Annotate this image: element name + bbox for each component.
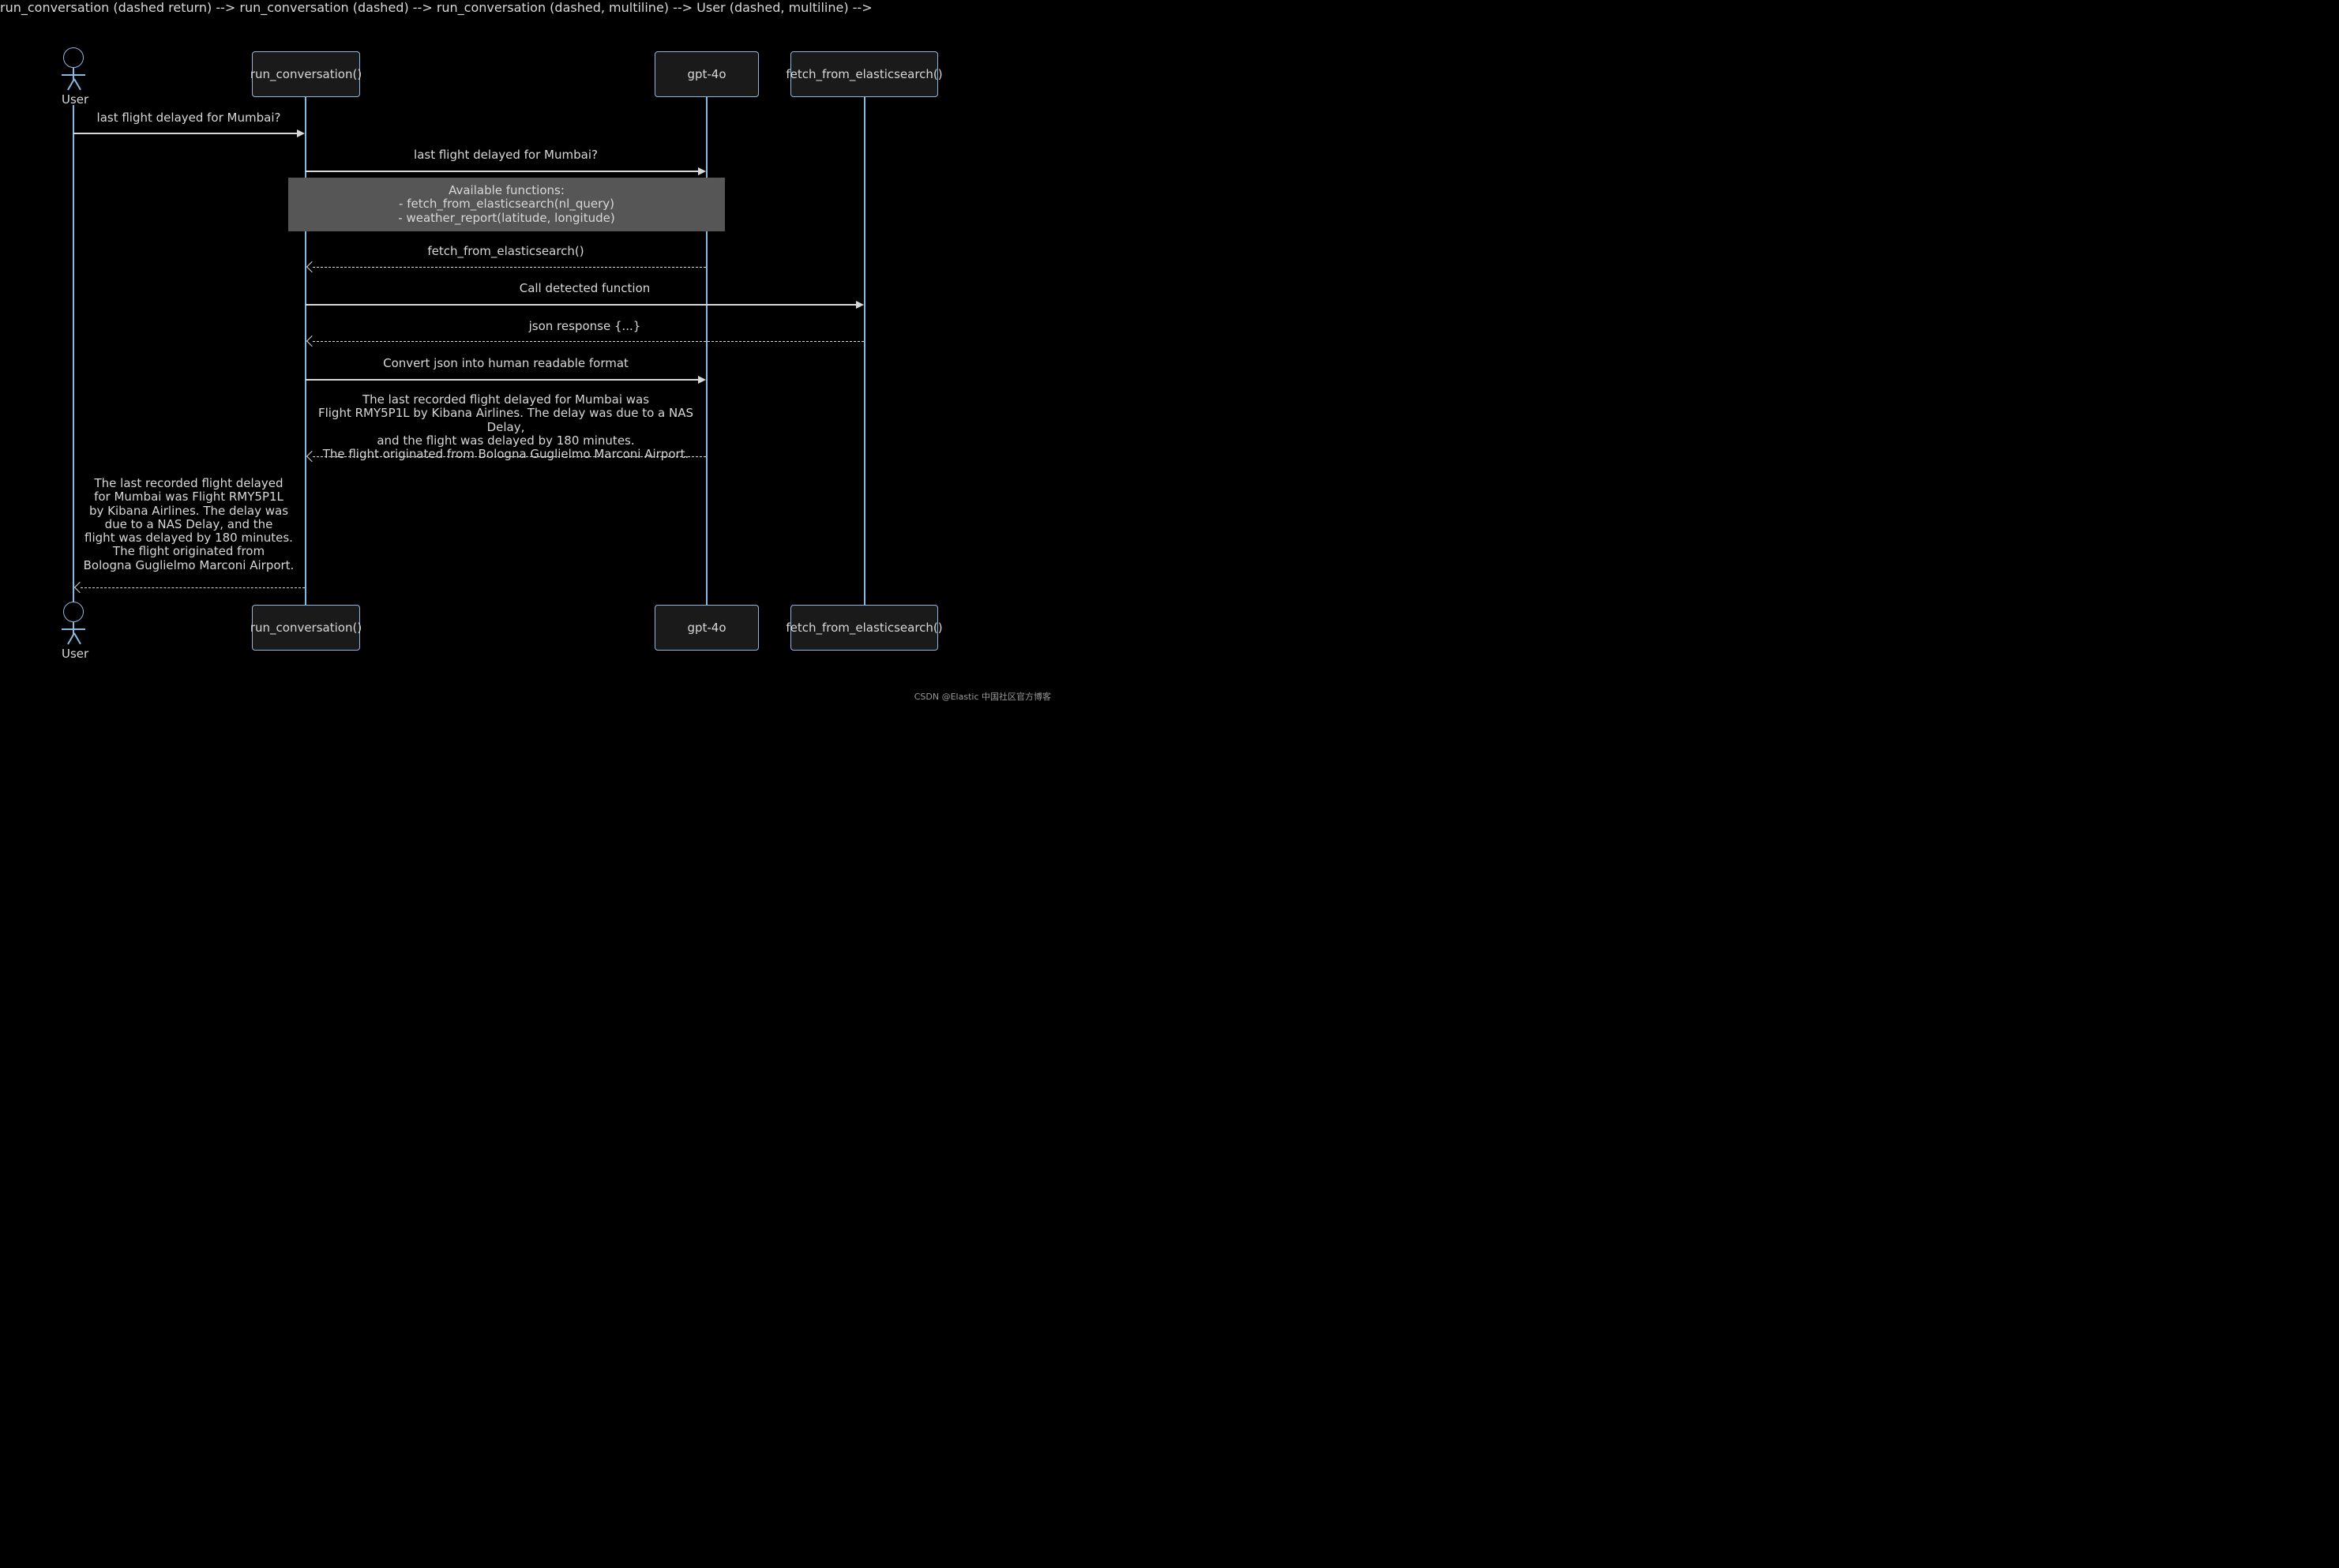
participant-label: fetch_from_elasticsearch(): [786, 67, 942, 81]
lifeline-run-conversation: [305, 97, 306, 605]
message-line: by Kibana Airlines. The delay was: [73, 505, 305, 518]
arrow-head-icon: [74, 582, 85, 593]
message-1-label: last flight delayed for Mumbai?: [73, 111, 305, 125]
actor-user-bottom: [62, 602, 85, 646]
message-1-arrow: [73, 133, 299, 134]
sequence-diagram: User User run_conversation() gpt-4o fetc…: [0, 0, 1056, 707]
message-7-label: The last recorded flight delayed for Mum…: [306, 393, 706, 461]
arrow-head-icon: [698, 376, 706, 384]
message-2-arrow: [306, 171, 700, 172]
note-available-functions: Available functions: - fetch_from_elasti…: [288, 178, 725, 231]
message-line: The flight originated from Bologna Gugli…: [306, 448, 706, 461]
note-line: - weather_report(latitude, longitude): [298, 212, 715, 225]
message-line: Bologna Guglielmo Marconi Airport.: [73, 559, 305, 572]
lifeline-fetch-es: [864, 97, 865, 605]
lifeline-gpt4o: [706, 97, 708, 605]
participant-label: gpt-4o: [687, 621, 726, 635]
message-line: due to a NAS Delay, and the: [73, 518, 305, 531]
message-8-arrow: [81, 587, 305, 588]
actor-user-label-top: User: [62, 92, 85, 107]
message-line: for Mumbai was Flight RMY5P1L: [73, 490, 305, 504]
note-line: Available functions:: [298, 184, 715, 197]
message-8-label: The last recorded flight delayed for Mum…: [73, 477, 305, 572]
arrow-head-icon: [698, 167, 706, 175]
participant-run-conversation-top: run_conversation(): [252, 51, 360, 97]
message-4-arrow: [306, 304, 858, 306]
message-line: Flight RMY5P1L by Kibana Airlines. The d…: [306, 407, 706, 434]
message-3-label: fetch_from_elasticsearch(): [306, 244, 706, 258]
note-line: - fetch_from_elasticsearch(nl_query): [298, 197, 715, 211]
watermark: CSDN @Elastic 中国社区官方博客: [914, 690, 1051, 703]
participant-fetch-es-bottom: fetch_from_elasticsearch(): [790, 605, 938, 651]
message-7-arrow: [313, 456, 706, 457]
message-6-label: Convert json into human readable format: [306, 356, 706, 370]
message-2-label: last flight delayed for Mumbai?: [306, 148, 706, 162]
actor-user-label-bottom: User: [62, 647, 85, 661]
arrow-head-icon: [306, 261, 317, 272]
participant-gpt4o-bottom: gpt-4o: [655, 605, 759, 651]
participant-label: run_conversation(): [250, 621, 362, 635]
arrow-head-icon: [306, 336, 317, 347]
message-line: and the flight was delayed by 180 minute…: [306, 434, 706, 448]
message-line: The last recorded flight delayed for Mum…: [306, 393, 706, 407]
participant-label: gpt-4o: [687, 67, 726, 81]
message-line: The flight originated from: [73, 545, 305, 558]
participant-label: run_conversation(): [250, 67, 362, 81]
message-line: flight was delayed by 180 minutes.: [73, 531, 305, 545]
participant-fetch-es-top: fetch_from_elasticsearch(): [790, 51, 938, 97]
message-3-arrow: [313, 267, 706, 268]
message-line: The last recorded flight delayed: [73, 477, 305, 490]
message-5-label: json response {...}: [306, 319, 864, 333]
participant-label: fetch_from_elasticsearch(): [786, 621, 942, 635]
actor-user-top: [62, 47, 85, 92]
participant-gpt4o-top: gpt-4o: [655, 51, 759, 97]
participant-run-conversation-bottom: run_conversation(): [252, 605, 360, 651]
message-5-arrow: [313, 341, 864, 342]
message-6-arrow: [306, 379, 700, 381]
arrow-head-icon: [297, 129, 305, 137]
message-4-label: Call detected function: [306, 281, 864, 295]
arrow-head-icon: [856, 301, 864, 309]
